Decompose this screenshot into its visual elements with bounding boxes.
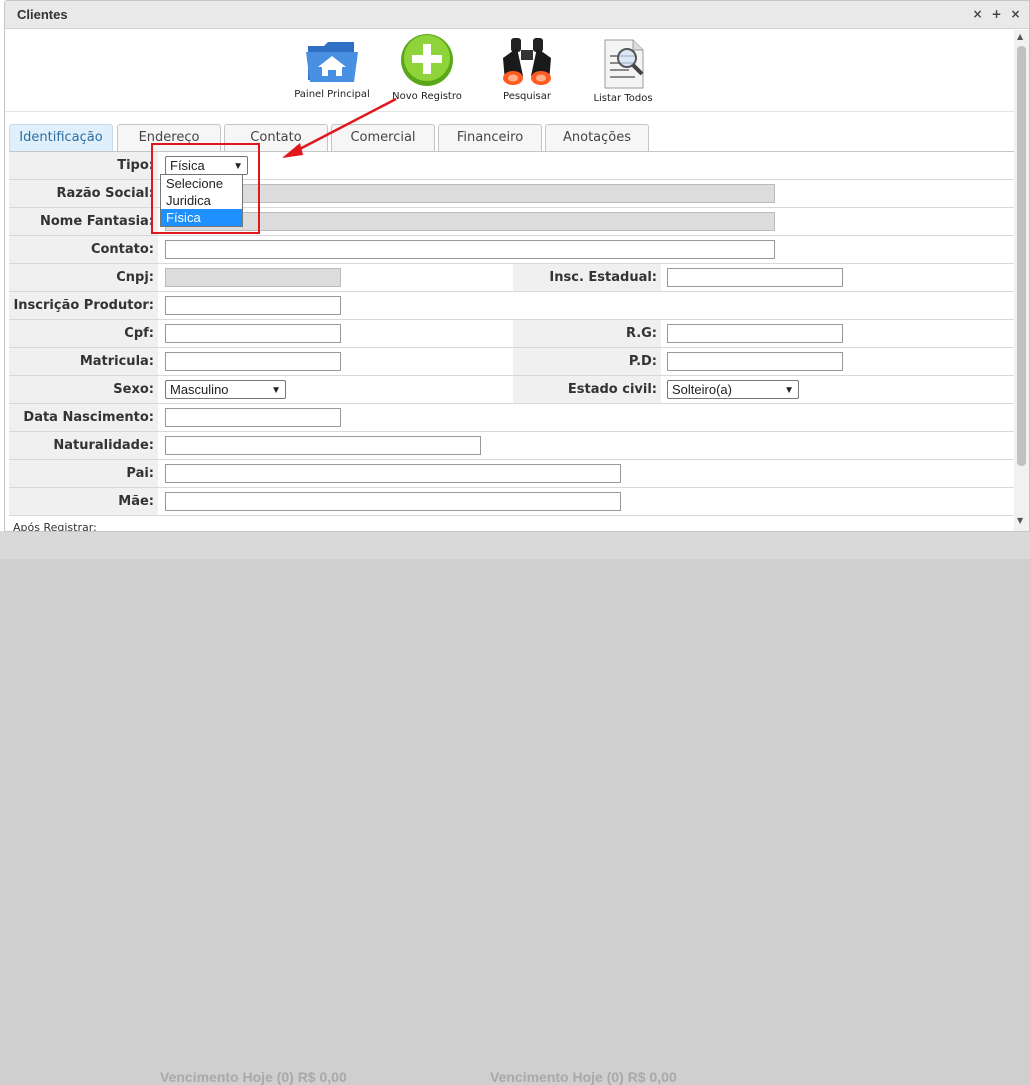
naturalidade-input[interactable] [165,436,481,455]
tipo-label: Tipo: [9,152,158,179]
dialog-titlebar[interactable]: Clientes × + × [5,1,1029,29]
matricula-input[interactable] [165,352,341,371]
maximize-icon[interactable]: + [989,7,1004,22]
pai-input[interactable] [165,464,621,483]
estado-civil-label: Estado civil: [513,376,661,403]
row-naturalidade: Naturalidade: [9,432,1017,460]
matricula-label: Matricula: [9,348,158,375]
tab-financeiro[interactable]: Financeiro [438,124,542,152]
scrollbar-thumb[interactable] [1017,46,1026,466]
data-nascimento-label: Data Nascimento: [9,404,158,431]
mae-input[interactable] [165,492,621,511]
row-cnpj: Cnpj: Insc. Estadual: [9,264,1017,292]
row-cpf: Cpf: R.G: [9,320,1017,348]
sexo-value: Masculino [170,382,229,397]
background-status-strip: Vencimento Hoje (0) R$ 0,00 Vencimento H… [0,531,1030,1085]
row-mae: Mãe: [9,488,1017,516]
vertical-scrollbar[interactable]: ▲ ▼ [1014,30,1029,531]
sexo-select[interactable]: Masculino ▼ [165,380,286,399]
nome-fantasia-label: Nome Fantasia: [9,208,158,235]
chevron-down-icon: ▼ [271,385,281,396]
inscricao-produtor-input[interactable] [165,296,341,315]
row-pai: Pai: [9,460,1017,488]
window-controls: × + × [970,7,1023,22]
home-folder-icon [306,42,358,82]
cpf-label: Cpf: [9,320,158,347]
mae-label: Mãe: [9,488,158,515]
pd-input[interactable] [667,352,843,371]
data-nascimento-input[interactable] [165,408,341,427]
cnpj-label: Cnpj: [9,264,158,291]
scroll-up-icon[interactable]: ▲ [1017,32,1023,41]
naturalidade-label: Naturalidade: [9,432,158,459]
add-circle-icon [401,34,453,86]
estado-civil-select[interactable]: Solteiro(a) ▼ [667,380,799,399]
row-contato: Contato: [9,236,1017,264]
close-icon[interactable]: × [970,7,985,22]
painel-principal-button[interactable]: Painel Principal [293,36,371,100]
toolbar: Painel Principal Novo Registro Pesquisar… [5,30,1015,112]
pd-label: P.D: [513,348,661,375]
rg-input[interactable] [667,324,843,343]
tab-identificacao[interactable]: Identificação [9,124,113,152]
cpf-input[interactable] [165,324,341,343]
row-data-nascimento: Data Nascimento: [9,404,1017,432]
background-due-text: Vencimento Hoje (0) R$ 0,00 [160,1069,347,1085]
apos-registrar-label: Após Registrar: [13,521,97,532]
close-window-icon[interactable]: × [1008,7,1023,22]
background-due-text-2: Vencimento Hoje (0) R$ 0,00 [490,1069,677,1085]
novo-registro-button[interactable]: Novo Registro [389,32,465,102]
listar-todos-label: Listar Todos [593,93,653,104]
insc-estadual-input[interactable] [667,268,843,287]
cnpj-input[interactable] [165,268,341,287]
razao-social-label: Razão Social: [9,180,158,207]
pai-label: Pai: [9,460,158,487]
pesquisar-button[interactable]: Pesquisar [491,36,563,102]
row-matricula: Matricula: P.D: [9,348,1017,376]
tab-anotacoes[interactable]: Anotações [545,124,649,152]
rg-label: R.G: [513,320,661,347]
scroll-down-icon[interactable]: ▼ [1017,516,1023,525]
listar-todos-button[interactable]: Listar Todos [587,36,659,104]
clientes-dialog: Clientes × + × Painel Principal Novo Reg… [4,0,1030,532]
insc-estadual-label: Insc. Estadual: [513,264,661,291]
annotation-highlight-box [151,143,260,234]
pesquisar-label: Pesquisar [503,91,551,102]
sexo-label: Sexo: [9,376,158,403]
chevron-down-icon: ▼ [784,385,794,396]
row-sexo: Sexo: Masculino ▼ Estado civil: Solteiro… [9,376,1017,404]
estado-civil-value: Solteiro(a) [672,382,732,397]
binoculars-icon [503,38,551,85]
dialog-title: Clientes [17,7,68,22]
document-search-icon [604,39,644,89]
annotation-arrow-icon [282,97,397,158]
row-inscricao-produtor: Inscrição Produtor: [9,292,1017,320]
contato-label: Contato: [9,236,158,263]
inscricao-produtor-label: Inscrição Produtor: [9,292,158,319]
contato-input[interactable] [165,240,775,259]
